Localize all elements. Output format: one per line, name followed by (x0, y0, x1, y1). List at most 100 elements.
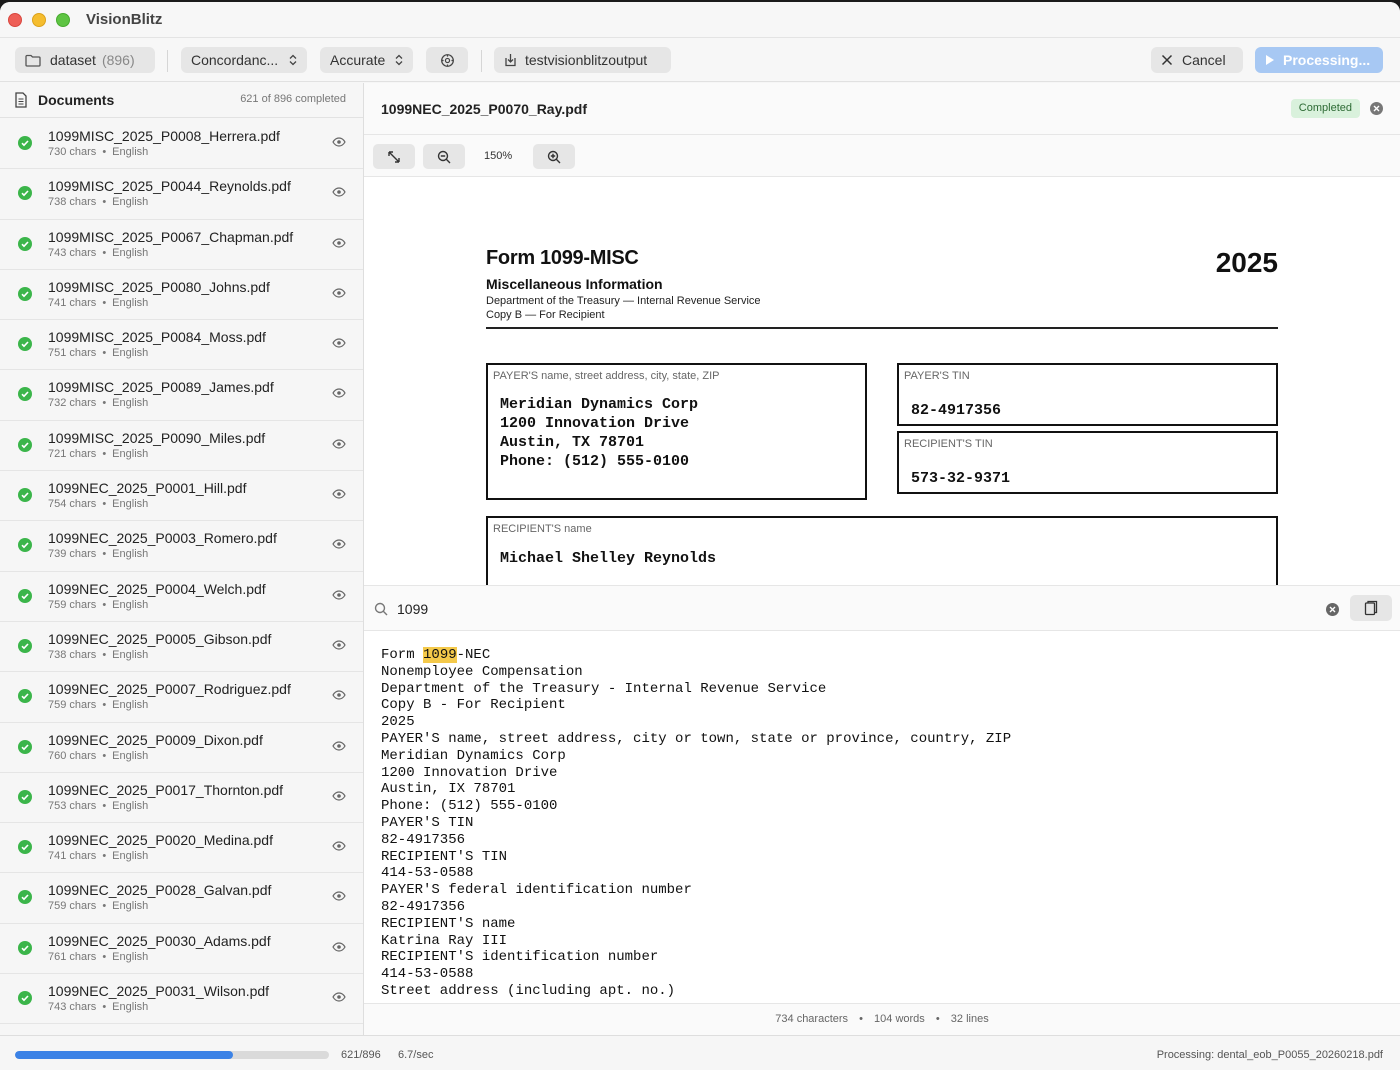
document-meta: 739 chars • English (48, 548, 149, 561)
document-name: 1099MISC_2025_P0008_Herrera.pdf (48, 128, 280, 144)
eye-icon[interactable] (332, 439, 346, 449)
list-item[interactable]: 1099MISC_2025_P0090_Miles.pdf 721 chars • E… (0, 421, 363, 472)
list-item[interactable]: 1099NEC_2025_P0031_Wilson.pdf 743 chars • E… (0, 974, 363, 1025)
char-count: 743 chars (48, 246, 97, 259)
list-item[interactable]: 1099NEC_2025_P0004_Welch.pdf 759 chars • En… (0, 572, 363, 622)
document-name: 1099NEC_2025_P0009_Dixon.pdf (48, 731, 263, 748)
list-item[interactable]: 1099NEC_2025_P0028_Galvan.pdf 759 chars • E… (0, 873, 363, 924)
check-circle-icon (18, 437, 32, 452)
clear-icon (1329, 606, 1336, 613)
search-icon (374, 602, 388, 616)
text-line: 2025 (381, 714, 415, 731)
sidebar-header: Documents 621 of 896 completed (0, 83, 363, 118)
minimize-window-button[interactable] (32, 13, 46, 27)
document-icon (14, 92, 28, 108)
check-circle-icon (18, 136, 32, 150)
char-count: 730 chars (48, 146, 97, 158)
recipient-name-value: Michael Shelley Reynolds (500, 550, 717, 567)
document-meta: 759 chars • English (48, 598, 149, 611)
eye-icon[interactable] (332, 841, 346, 851)
file-header: 1099NEC_2025_P0070_Ray.pdf Completed (364, 83, 1400, 135)
eye-icon[interactable] (332, 791, 346, 801)
eye-icon[interactable] (332, 640, 346, 650)
text-line: Department of the Treasury - Internal Re… (381, 680, 827, 697)
list-item[interactable]: 1099MISC_2025_P0008_Herrera.pdf 730 chars… (0, 119, 363, 170)
text-line: RECIPIENT'S identification number (381, 949, 659, 966)
list-item[interactable]: 1099NEC_2025_P0017_Thornton.pdf 753 chars… (0, 773, 363, 824)
zoom-window-button[interactable] (56, 13, 70, 27)
eye-icon[interactable] (332, 288, 346, 298)
clear-search-button[interactable] (1326, 603, 1339, 616)
folder-icon (25, 54, 41, 67)
list-item[interactable]: 1099NEC_2025_P0030_Adams.pdf 761 chars • En… (0, 924, 363, 975)
document-meta: 743 chars • English (48, 1001, 149, 1014)
recipient-name-box: RECIPIENT'S name Michael Shelley Reynold… (486, 516, 1278, 585)
search-highlight: 1099 (423, 647, 457, 663)
text-line: Form 1099-NEC (381, 647, 491, 663)
form-rule (486, 327, 1278, 329)
copy-text-button[interactable] (1350, 595, 1392, 621)
document-name: 1099NEC_2025_P0001_Hill.pdf (48, 480, 247, 497)
mode-select[interactable]: Concordanc... (181, 47, 307, 73)
eye-icon[interactable] (332, 539, 346, 549)
text-line: Meridian Dynamics Corp (381, 747, 566, 764)
eye-icon[interactable] (332, 237, 346, 248)
output-folder-button[interactable]: testvisionblitzoutput (494, 47, 671, 73)
zoom-out-button[interactable] (423, 144, 465, 169)
quality-select[interactable]: Accurate (320, 47, 413, 73)
text-line: Austin, IX 78701 (381, 781, 516, 798)
char-count: 751 chars (48, 347, 97, 360)
close-file-button[interactable] (1370, 102, 1383, 115)
list-item[interactable]: 1099NEC_2025_P0003_Romero.pdf 739 chars • E… (0, 521, 363, 572)
list-item[interactable]: 1099MISC_2025_P0080_Johns.pdf 741 chars • E… (0, 270, 363, 321)
eye-icon[interactable] (332, 992, 346, 1002)
zoom-in-button[interactable] (533, 144, 575, 169)
list-item[interactable]: 1099MISC_2025_P0067_Chapman.pdf 743 chars… (0, 220, 363, 270)
search-input[interactable] (397, 601, 1297, 617)
processing-button[interactable]: Processing... (1255, 47, 1383, 73)
list-item[interactable]: 1099NEC_2025_P0005_Gibson.pdf 738 chars • E… (0, 622, 363, 673)
payer-label: PAYER'S name, street address, city, stat… (493, 370, 720, 382)
language: English (112, 447, 149, 460)
list-item[interactable]: 1099MISC_2025_P0089_James.pdf 732 chars • E… (0, 370, 363, 421)
cancel-button[interactable]: Cancel (1151, 47, 1243, 73)
eye-icon[interactable] (332, 590, 346, 600)
list-item[interactable]: 1099NEC_2025_P0001_Hill.pdf 754 chars • Eng… (0, 471, 363, 522)
status-bar: 621/896 6.7/sec Processing: dental_eob_P… (0, 1035, 1400, 1070)
settings-button[interactable] (426, 47, 468, 73)
list-item[interactable]: 1099MISC_2025_P0084_Moss.pdf 751 chars • En… (0, 320, 363, 371)
eye-icon[interactable] (332, 489, 346, 499)
check-circle-icon (18, 739, 32, 754)
eye-icon[interactable] (332, 690, 346, 700)
eye-icon[interactable] (332, 891, 346, 902)
text-line: Katrina Ray III (381, 932, 508, 949)
document-meta: 732 chars • English (48, 397, 149, 410)
eye-icon[interactable] (332, 388, 346, 399)
extracted-text[interactable]: Form 1099-NEC Nonemployee Compensation Dep… (364, 631, 1400, 1003)
char-count: 739 chars (48, 548, 97, 561)
toolbar-divider (167, 50, 168, 72)
list-item[interactable]: 1099NEC_2025_P0009_Dixon.pdf 760 chars • En… (0, 723, 363, 773)
document-preview[interactable]: Form 1099-MISC 2025 Miscellaneous Inform… (364, 177, 1400, 585)
copy-icon (1364, 600, 1378, 616)
eye-icon[interactable] (332, 740, 346, 751)
list-item[interactable]: 1099NEC_2025_P0007_Rodriguez.pdf 759 char… (0, 672, 363, 723)
progress-bar (15, 1051, 329, 1059)
fit-to-window-button[interactable] (373, 144, 415, 169)
file-title: 1099NEC_2025_P0070_Ray.pdf (381, 101, 587, 117)
text-line: 1200 Innovation Drive (381, 764, 558, 781)
zoom-bar: 150% (364, 135, 1400, 177)
eye-icon[interactable] (332, 137, 346, 147)
progress-count: 621/896 (341, 1049, 381, 1061)
eye-icon[interactable] (332, 942, 346, 952)
app-title: VisionBlitz (86, 11, 163, 28)
close-window-button[interactable] (8, 13, 22, 27)
list-item[interactable]: 1099NEC_2025_P0020_Medina.pdf 741 chars • E… (0, 823, 363, 874)
text-line: 414-53-0588 (381, 966, 474, 983)
dataset-button[interactable]: dataset (896) (15, 47, 155, 73)
list-item[interactable]: 1099MISC_2025_P0044_Reynolds.pdf 738 char… (0, 169, 363, 220)
text-lines: Form 1099-NEC Nonemployee Compensation Dep… (381, 647, 1011, 1000)
eye-icon[interactable] (332, 338, 346, 348)
text-line: Nonemployee Compensation (381, 663, 583, 680)
eye-icon[interactable] (332, 187, 346, 197)
